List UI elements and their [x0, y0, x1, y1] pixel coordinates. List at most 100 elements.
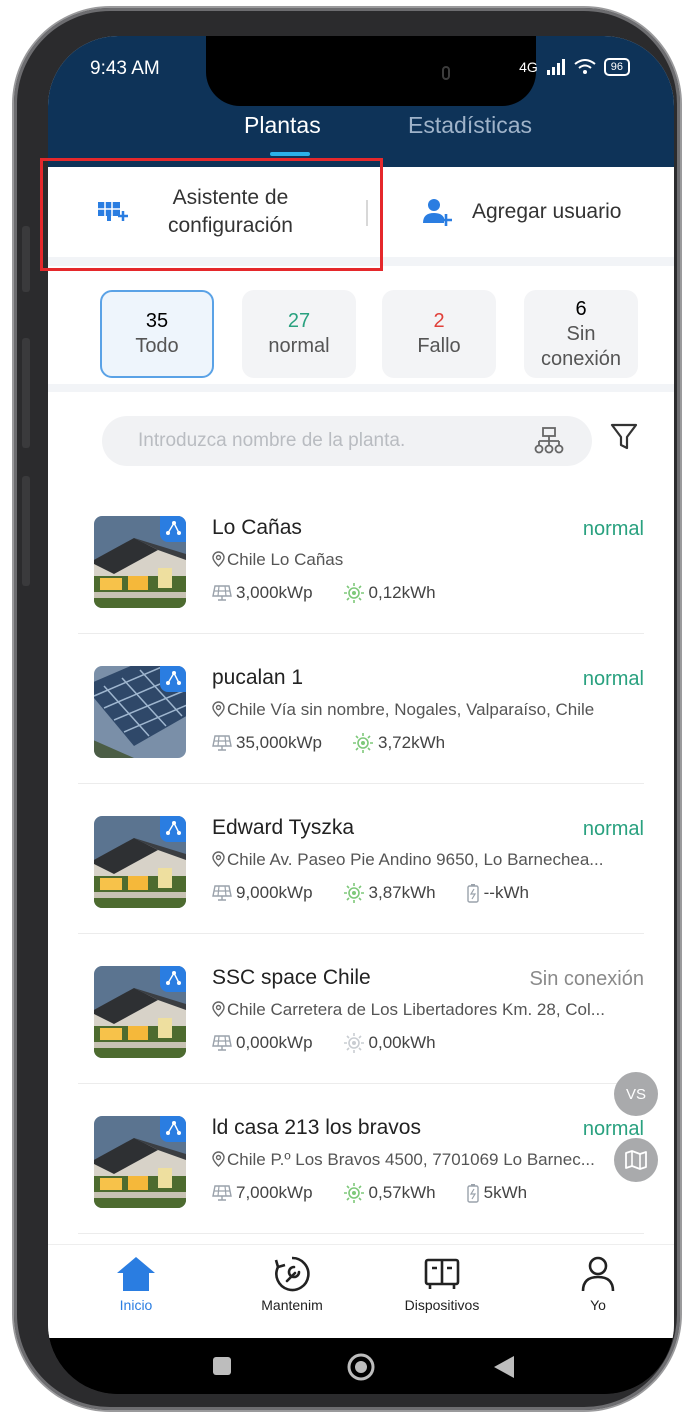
phone-side-button: [22, 338, 30, 448]
recents-button[interactable]: [212, 1356, 232, 1376]
plant-name: SSC space Chile: [212, 966, 371, 989]
plant-row[interactable]: pucalan 1 normal Chile Vía sin nombre, N…: [48, 634, 674, 784]
plant-status: normal: [582, 668, 644, 690]
wifi-icon: [574, 59, 596, 74]
energy-value: 0,12kWh: [368, 583, 436, 602]
compare-button[interactable]: VS: [614, 1072, 658, 1116]
capacity-value: 35,000kWp: [236, 733, 322, 752]
plant-address: Chile Av. Paseo Pie Andino 9650, Lo Barn…: [212, 850, 644, 870]
phone-side-button: [22, 226, 30, 292]
battery-metric: --kWh: [466, 883, 529, 903]
location-pin-icon: [212, 551, 225, 567]
map-icon: [625, 1150, 647, 1170]
shared-plant-icon: [160, 516, 186, 542]
filter-todo[interactable]: 35 Todo: [100, 290, 214, 378]
plant-thumbnail: [94, 516, 186, 608]
plant-metrics: 0,000kWp 0,00kWh: [212, 1032, 466, 1054]
nav-mantenim[interactable]: Mantenim: [232, 1255, 352, 1313]
plant-address-text: Chile Carretera de Los Libertadores Km. …: [227, 1000, 605, 1019]
plant-address-text: Chile P.º Los Bravos 4500, 7701069 Lo Ba…: [227, 1150, 595, 1169]
plant-status: normal: [582, 518, 644, 540]
filter-normal[interactable]: 27 normal: [242, 290, 356, 378]
filter-count: 27: [287, 310, 311, 332]
filter-count: 35: [145, 310, 169, 332]
capacity-value: 3,000kWp: [236, 583, 313, 602]
energy-metric: 0,57kWh: [343, 1182, 436, 1204]
phone-side-button: [22, 476, 30, 586]
plant-name: ld casa 213 los bravos: [212, 1116, 421, 1139]
capacity-metric: 0,000kWp: [212, 1033, 313, 1053]
plant-row[interactable]: ld casa 213 los bravos normal Chile P.º …: [48, 1084, 674, 1234]
location-pin-icon: [212, 701, 225, 717]
plant-row[interactable]: Edward Tyszka normal Chile Av. Paseo Pie…: [48, 784, 674, 934]
network-label: 4G: [519, 59, 538, 75]
capacity-metric: 7,000kWp: [212, 1183, 313, 1203]
notch: [206, 36, 536, 106]
plant-thumbnail: [94, 666, 186, 758]
energy-value: 3,87kWh: [368, 883, 436, 902]
header-tabs: Plantas Estadísticas: [48, 112, 674, 156]
filter-label: Fallo: [417, 335, 461, 357]
filter-sin-conexion[interactable]: 6 Sin conexión: [524, 290, 638, 378]
bottom-nav: Inicio Mantenim Dispositivos Yo: [48, 1244, 674, 1338]
filter-fallo[interactable]: 2 Fallo: [382, 290, 496, 378]
add-user-label: Agregar usuario: [472, 200, 622, 223]
daily-energy-icon: [343, 1033, 364, 1053]
energy-metric: 3,87kWh: [343, 882, 436, 904]
devices-icon: [424, 1258, 460, 1289]
search-input[interactable]: [102, 416, 502, 466]
capacity-icon: [212, 735, 232, 751]
signal-icon: [546, 59, 565, 75]
back-button[interactable]: [492, 1354, 516, 1380]
nav-label: Dispositivos: [404, 1297, 480, 1313]
plant-row[interactable]: SSC space Chile Sin conexión Chile Carre…: [48, 934, 674, 1084]
plant-row[interactable]: Lo Cañas normal Chile Lo Cañas 3,000kWp …: [48, 484, 674, 634]
active-tab-indicator: [270, 152, 310, 156]
plant-address-text: Chile Vía sin nombre, Nogales, Valparaís…: [227, 700, 595, 719]
capacity-icon: [212, 1035, 232, 1051]
system-nav-bar: [48, 1338, 674, 1394]
nav-yo[interactable]: Yo: [538, 1255, 658, 1313]
energy-value: 0,00kWh: [368, 1033, 436, 1052]
plant-address-text: Chile Av. Paseo Pie Andino 9650, Lo Barn…: [227, 850, 604, 869]
tab-plantas[interactable]: Plantas: [244, 112, 321, 139]
filter-count: 6: [575, 297, 587, 320]
plant-name: Lo Cañas: [212, 516, 302, 539]
plant-metrics: 35,000kWp 3,72kWh: [212, 732, 475, 754]
group-view-icon[interactable]: [534, 427, 564, 455]
search-field: [102, 416, 592, 466]
nav-label: Yo: [590, 1297, 606, 1313]
plant-list: Lo Cañas normal Chile Lo Cañas 3,000kWp …: [48, 484, 674, 1244]
plant-metrics: 7,000kWp 0,57kWh 5kWh: [212, 1182, 557, 1204]
battery-value: --kWh: [483, 883, 529, 902]
tab-estadisticas[interactable]: Estadísticas: [408, 112, 532, 139]
plant-address-text: Chile Lo Cañas: [227, 550, 344, 569]
plant-thumbnail: [94, 816, 186, 908]
battery-value: 5kWh: [483, 1183, 528, 1202]
filter-count: 2: [433, 310, 445, 332]
plant-name: Edward Tyszka: [212, 816, 355, 839]
daily-energy-icon: [343, 1183, 364, 1203]
filter-icon[interactable]: [610, 422, 638, 452]
map-button[interactable]: [614, 1138, 658, 1182]
daily-energy-icon: [343, 583, 364, 603]
energy-metric: 0,12kWh: [343, 582, 436, 604]
capacity-icon: [212, 885, 232, 901]
filter-label: normal: [268, 335, 330, 357]
plant-metrics: 3,000kWp 0,12kWh: [212, 582, 466, 604]
plant-address: Chile P.º Los Bravos 4500, 7701069 Lo Ba…: [212, 1150, 644, 1170]
daily-energy-icon: [343, 883, 364, 903]
plant-status: Sin conexión: [529, 968, 644, 990]
home-icon: [117, 1257, 155, 1291]
filter-label: Todo: [135, 335, 179, 357]
nav-inicio[interactable]: Inicio: [76, 1255, 196, 1313]
plant-address: Chile Lo Cañas: [212, 550, 644, 570]
nav-dispositivos[interactable]: Dispositivos: [382, 1255, 502, 1313]
location-pin-icon: [212, 1001, 225, 1017]
daily-energy-icon: [353, 733, 373, 753]
search-bar: [48, 392, 674, 484]
add-user-button[interactable]: Agregar usuario: [422, 167, 621, 257]
capacity-value: 7,000kWp: [236, 1183, 313, 1202]
capacity-metric: 35,000kWp: [212, 733, 322, 753]
home-button[interactable]: [346, 1352, 376, 1382]
